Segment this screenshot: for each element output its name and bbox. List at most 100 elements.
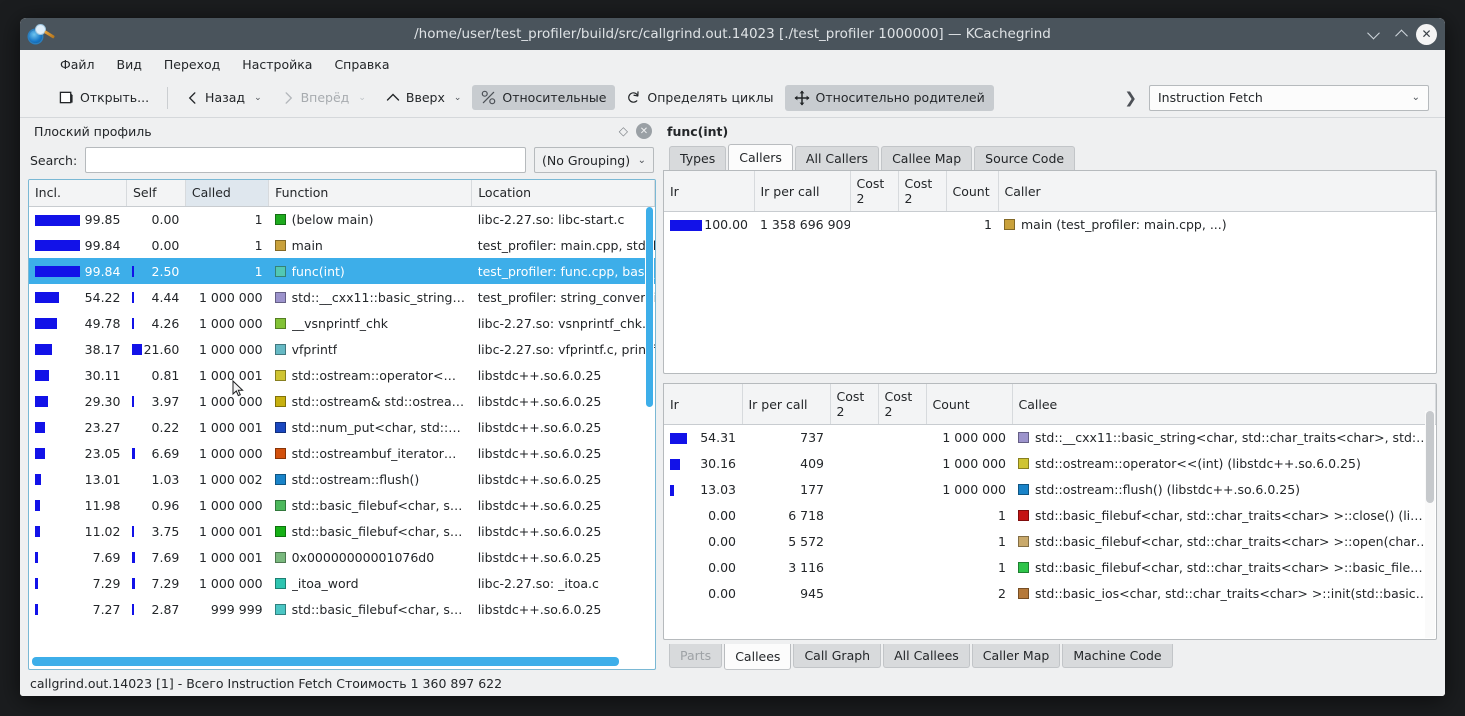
cell-count: 1 000 000 bbox=[942, 482, 1006, 497]
table-row[interactable]: 54.31 737 1 000 000 std::__cxx11::basic_str… bbox=[664, 425, 1436, 451]
tab-all-callees[interactable]: All Callees bbox=[883, 644, 970, 668]
tab-machine-code[interactable]: Machine Code bbox=[1062, 644, 1173, 668]
table-row[interactable]: 29.30 3.97 1 000 000 std::ostream& std::ost… bbox=[29, 388, 655, 414]
flat-profile-vertical-scrollbar[interactable] bbox=[645, 207, 654, 655]
menu-item-go[interactable]: Переход bbox=[154, 53, 230, 76]
table-row[interactable]: 0.00 3 116 1 std::basic_filebuf<char, std::… bbox=[664, 555, 1436, 581]
relative-to-parent-toggle[interactable]: Относительно родителей bbox=[784, 84, 994, 111]
event-type-select[interactable]: Instruction Fetch ⌄ bbox=[1149, 84, 1429, 111]
table-row[interactable]: 23.05 6.69 1 000 000 std::ostreambuf_iterat… bbox=[29, 440, 655, 466]
table-row[interactable]: 30.16 409 1 000 000 std::ostream::operator<… bbox=[664, 451, 1436, 477]
tab-source-code[interactable]: Source Code bbox=[974, 146, 1076, 170]
cell-cost2-a bbox=[830, 425, 878, 451]
table-row[interactable]: 7.27 2.87 999 999 std::basic_filebuf<char, … bbox=[29, 596, 655, 622]
column-header-location[interactable]: Location bbox=[471, 180, 655, 207]
menu-item-file[interactable]: Файл bbox=[50, 53, 105, 76]
flat-profile-header: Плоский профиль ◇ ✕ bbox=[28, 118, 656, 144]
table-row[interactable]: 30.11 0.81 1 000 001 std::ostream::operator… bbox=[29, 362, 655, 388]
column-header-incl[interactable]: Incl. bbox=[29, 180, 127, 207]
table-row[interactable]: 0.00 5 572 1 std::basic_filebuf<char, std::… bbox=[664, 529, 1436, 555]
function-color-swatch bbox=[274, 447, 286, 459]
callers-column-header-1[interactable]: Ir per call bbox=[754, 171, 851, 212]
callees-column-header-4[interactable]: Count bbox=[926, 384, 1013, 425]
self-value: 2.50 bbox=[151, 263, 180, 279]
callees-column-header-3[interactable]: Cost 2 bbox=[878, 384, 927, 425]
tab-callees[interactable]: Callees bbox=[724, 644, 792, 670]
tab-types[interactable]: Types bbox=[669, 146, 727, 170]
maximize-button[interactable] bbox=[1388, 21, 1414, 47]
table-row[interactable]: 7.69 7.69 1 000 001 0x00000000001076d0 libst… bbox=[29, 544, 655, 570]
kcachegrind-magnifier-icon bbox=[28, 23, 58, 45]
column-header-self[interactable]: Self bbox=[126, 180, 186, 207]
cell-ir-per-call: 3 116 bbox=[788, 560, 824, 575]
function-name: std::num_put<char, std::ost... bbox=[291, 419, 466, 435]
search-input[interactable] bbox=[85, 147, 526, 173]
table-row[interactable]: 100.00 1 358 696 909 1 main (test_profiler:… bbox=[664, 212, 1436, 238]
open-button[interactable]: Открыть... bbox=[50, 85, 158, 110]
back-button[interactable]: Назад ⌄ bbox=[177, 85, 271, 110]
table-row[interactable]: 99.85 0.00 1 (below main) libc-2.27.so: libc… bbox=[29, 206, 655, 232]
table-row[interactable]: 13.03 177 1 000 000 std::ostream::flush() (… bbox=[664, 477, 1436, 503]
chevron-down-icon[interactable]: ⌄ bbox=[454, 93, 462, 103]
table-row[interactable]: 38.17 21.60 1 000 000 vfprintf libc-2.27.so:… bbox=[29, 336, 655, 362]
relative-costs-toggle[interactable]: Относительные bbox=[472, 85, 616, 110]
callees-column-header-5[interactable]: Callee bbox=[1012, 384, 1436, 425]
table-row[interactable]: 0.00 6 718 1 std::basic_filebuf<char, std::… bbox=[664, 503, 1436, 529]
table-row[interactable]: 11.98 0.96 1 000 000 std::basic_filebuf<cha… bbox=[29, 492, 655, 518]
close-button[interactable]: ✕ bbox=[1416, 23, 1437, 45]
menu-item-view[interactable]: Вид bbox=[107, 53, 152, 76]
scrollbar-thumb[interactable] bbox=[1426, 411, 1434, 503]
self-value: 0.81 bbox=[151, 367, 180, 383]
callers-column-header-4[interactable]: Count bbox=[946, 171, 999, 212]
table-row[interactable]: 7.29 7.29 1 000 000 _itoa_word libc-2.27.so:… bbox=[29, 570, 655, 596]
callers-column-header-2[interactable]: Cost 2 bbox=[850, 171, 899, 212]
flat-profile-horizontal-scrollbar[interactable] bbox=[32, 657, 643, 666]
callers-column-header-0[interactable]: Ir bbox=[664, 171, 755, 212]
float-icon[interactable]: ◇ bbox=[619, 124, 628, 138]
function-name: std::basic_filebuf<char, std:... bbox=[291, 523, 466, 539]
table-row[interactable]: 13.01 1.03 1 000 002 std::ostream::flush() l… bbox=[29, 466, 655, 492]
callees-column-header-0[interactable]: Ir bbox=[664, 384, 743, 425]
scrollbar-thumb[interactable] bbox=[646, 207, 653, 407]
scrollbar-thumb[interactable] bbox=[32, 657, 619, 666]
chevron-down-icon[interactable]: ⌄ bbox=[254, 93, 262, 103]
table-row[interactable]: 49.78 4.26 1 000 000 __vsnprintf_chk libc-2.… bbox=[29, 310, 655, 336]
tab-caller-map[interactable]: Caller Map bbox=[971, 644, 1061, 668]
grouping-select[interactable]: (No Grouping) ⌄ bbox=[534, 147, 654, 173]
chevron-up-icon bbox=[386, 93, 400, 101]
menu-item-help[interactable]: Справка bbox=[324, 53, 399, 76]
cell-function: std::ostream& std::ostream... bbox=[269, 388, 472, 414]
window-title: /home/user/test_profiler/build/src/callg… bbox=[414, 26, 1051, 42]
function-name: 0x00000000001076d0 bbox=[291, 549, 435, 565]
column-header-function[interactable]: Function bbox=[268, 180, 473, 207]
tab-all-callers[interactable]: All Callers bbox=[794, 146, 880, 170]
table-row[interactable]: 54.22 4.44 1 000 000 std::__cxx11::basic_st… bbox=[29, 284, 655, 310]
table-row[interactable]: 0.00 945 2 std::basic_ios<char, std::char_t… bbox=[664, 581, 1436, 607]
table-row[interactable]: 99.84 2.50 1 func(int) test_profiler: func.c… bbox=[29, 258, 655, 284]
table-row[interactable]: 23.27 0.22 1 000 001 std::num_put<char, std… bbox=[29, 414, 655, 440]
dock-close-button[interactable]: ✕ bbox=[636, 123, 652, 139]
up-button[interactable]: Вверх ⌄ bbox=[377, 85, 471, 110]
tab-call-graph[interactable]: Call Graph bbox=[793, 644, 882, 668]
forward-button[interactable]: Вперёд ⌄ bbox=[273, 85, 375, 110]
incl-value: 23.27 bbox=[84, 419, 121, 435]
incl-value: 99.84 bbox=[84, 237, 121, 253]
minimize-button[interactable] bbox=[1360, 21, 1386, 47]
callers-column-header-5[interactable]: Caller bbox=[998, 171, 1436, 212]
callers-column-header-3[interactable]: Cost 2 bbox=[898, 171, 947, 212]
callees-vertical-scrollbar[interactable] bbox=[1425, 411, 1435, 638]
cell-cost2-b bbox=[878, 503, 926, 529]
cell-ir-per-call: 945 bbox=[800, 586, 824, 601]
callees-column-header-2[interactable]: Cost 2 bbox=[830, 384, 879, 425]
detect-cycles-button[interactable]: Определять циклы bbox=[617, 85, 782, 110]
menu-item-settings[interactable]: Настройка bbox=[232, 53, 322, 76]
table-row[interactable]: 11.02 3.75 1 000 001 std::basic_filebuf<cha… bbox=[29, 518, 655, 544]
menu-bar: Файл Вид Переход Настройка Справка bbox=[20, 50, 1445, 78]
tab-callee-map[interactable]: Callee Map bbox=[881, 146, 973, 170]
toolbar-overflow-button[interactable]: ❯ bbox=[1114, 89, 1147, 107]
table-row[interactable]: 99.84 0.00 1 main test_profiler: main.cpp, s… bbox=[29, 232, 655, 258]
chevron-down-icon[interactable]: ⌄ bbox=[358, 93, 366, 103]
callees-column-header-1[interactable]: Ir per call bbox=[742, 384, 831, 425]
tab-callers[interactable]: Callers bbox=[728, 144, 793, 170]
column-header-called[interactable]: Called bbox=[185, 180, 270, 207]
